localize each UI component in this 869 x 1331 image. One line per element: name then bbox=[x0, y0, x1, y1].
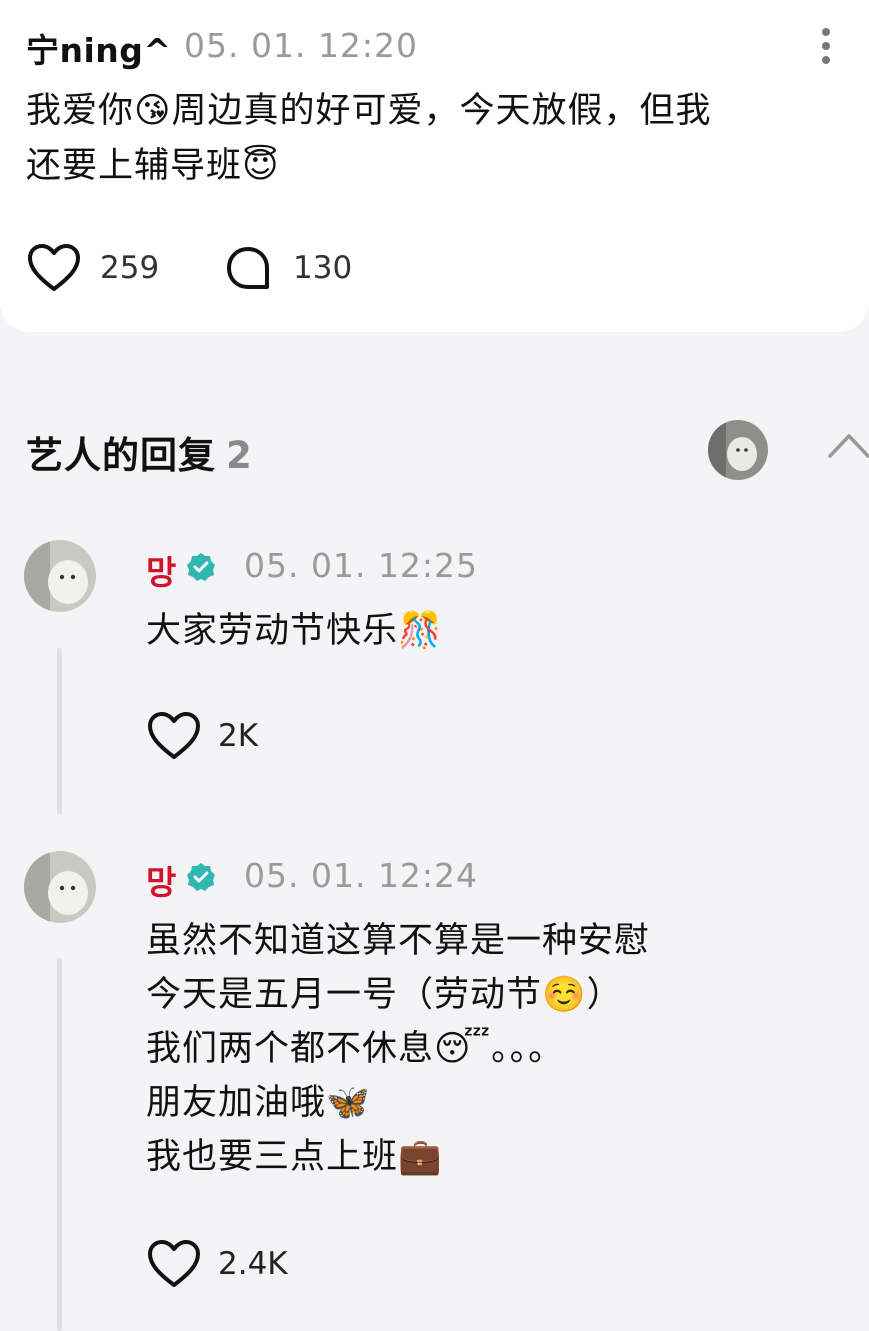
reply-text: 虽然不知道这算不算是一种安慰 今天是五月一号（劳动节☺️） 我们两个都不休息😴。… bbox=[146, 914, 846, 1184]
reply-text-line: 今天是五月一号（劳动节☺️） bbox=[146, 975, 623, 1015]
heart-icon bbox=[148, 1240, 200, 1287]
verified-badge-icon bbox=[187, 863, 215, 891]
reply-like-count: 2K bbox=[218, 718, 259, 754]
thread-line bbox=[57, 958, 62, 1331]
heart-icon bbox=[28, 244, 80, 291]
comment-bubble-icon bbox=[227, 247, 269, 289]
post-card: 宁ning^ 05. 01. 12:20 我爱你😘周边真的好可爱，今天放假，但我… bbox=[0, 0, 869, 332]
artist-replies-title: 艺人的回复 bbox=[26, 434, 216, 477]
reply-timestamp: 05. 01. 12:25 bbox=[244, 546, 479, 585]
reply-text-line: 朋友加油哦🦋 bbox=[146, 1083, 371, 1123]
reply-author[interactable]: 망 bbox=[146, 856, 176, 904]
reply-author[interactable]: 망 bbox=[146, 546, 176, 594]
post-text: 我爱你😘周边真的好可爱，今天放假，但我 还要上辅导班😇 bbox=[26, 84, 846, 194]
artist-replies-header: 艺人的回复 2 bbox=[26, 425, 253, 479]
post-text-line: 还要上辅导班😇 bbox=[26, 146, 280, 186]
reply-text: 大家劳动节快乐🎊 bbox=[146, 604, 846, 658]
more-vertical-icon[interactable] bbox=[812, 28, 840, 68]
reply-text-line: 我也要三点上班💼 bbox=[146, 1137, 443, 1177]
reply-timestamp: 05. 01. 12:24 bbox=[244, 856, 479, 895]
avatar[interactable] bbox=[24, 540, 96, 612]
thread-line bbox=[57, 648, 62, 814]
reply-text-line: 我们两个都不休息😴。。。 bbox=[146, 1029, 565, 1069]
artist-replies-count: 2 bbox=[226, 434, 253, 477]
avatar[interactable] bbox=[708, 420, 768, 480]
reply-like-count: 2.4K bbox=[218, 1246, 288, 1282]
post-timestamp: 05. 01. 12:20 bbox=[184, 26, 419, 65]
heart-icon bbox=[148, 712, 200, 759]
post-like-count: 259 bbox=[100, 250, 160, 286]
verified-badge-icon bbox=[187, 553, 215, 581]
post-comment-count: 130 bbox=[293, 250, 353, 286]
post-author[interactable]: 宁ning^ bbox=[26, 24, 172, 72]
post-text-line: 我爱你😘周边真的好可爱，今天放假，但我 bbox=[26, 91, 712, 131]
reply-text-line: 虽然不知道这算不算是一种安慰 bbox=[146, 921, 651, 961]
reply-text-line: 大家劳动节快乐🎊 bbox=[146, 611, 443, 651]
reply-like-button[interactable]: 2K bbox=[146, 711, 258, 761]
post-comment-button[interactable]: 130 bbox=[225, 245, 352, 291]
post-like-button[interactable]: 259 bbox=[26, 243, 159, 293]
avatar[interactable] bbox=[24, 851, 96, 923]
reply-like-button[interactable]: 2.4K bbox=[146, 1239, 288, 1289]
chevron-up-icon[interactable] bbox=[826, 424, 869, 464]
